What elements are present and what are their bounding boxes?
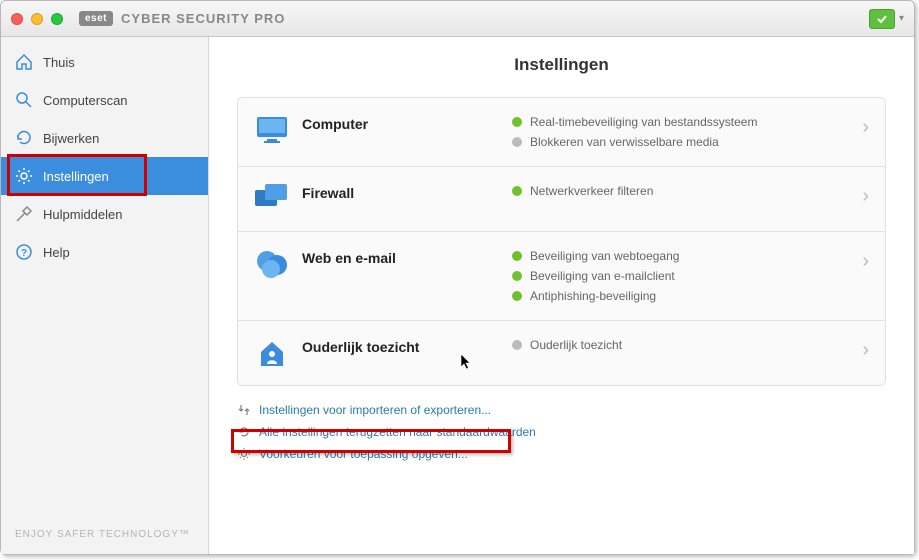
window-controls [11,13,63,25]
detail-row: Ouderlijk toezicht [512,335,852,355]
svg-text:?: ? [21,248,27,259]
status-dot-green [512,251,522,261]
magnify-icon [15,91,33,109]
card-title: Web en e-mail [302,246,512,266]
sidebar-item-scan[interactable]: Computerscan [1,81,208,119]
detail-row: Beveiliging van webtoegang [512,246,852,266]
sidebar-item-label: Hulpmiddelen [43,207,123,222]
minimize-window-button[interactable] [31,13,43,25]
sidebar-item-tools[interactable]: Hulpmiddelen [1,195,208,233]
sidebar-item-home[interactable]: Thuis [1,43,208,81]
link-import-export[interactable]: Instellingen voor importeren of exporter… [237,399,886,421]
card-firewall[interactable]: Firewall Netwerkverkeer filteren › [237,166,886,232]
card-details: Netwerkverkeer filteren [512,181,852,201]
card-parental[interactable]: Ouderlijk toezicht Ouderlijk toezicht › [237,320,886,386]
sidebar-item-label: Bijwerken [43,131,99,146]
detail-row: Beveiliging van e-mailclient [512,266,852,286]
card-details: Ouderlijk toezicht [512,335,852,355]
brand-name: CYBER SECURITY PRO [121,11,285,26]
detail-row: Antiphishing-beveiliging [512,286,852,306]
app-window: eset CYBER SECURITY PRO ▾ Thuis [0,0,915,555]
import-export-icon [237,403,251,417]
status-dot-green [512,271,522,281]
sidebar-item-label: Computerscan [43,93,128,108]
page-title: Instellingen [209,37,914,97]
brand-badge: eset [79,11,113,26]
gear-small-icon [237,447,251,461]
reset-icon [237,425,251,439]
link-label: Alle instellingen terugzetten naar stand… [259,425,536,439]
check-icon [876,13,888,25]
close-window-button[interactable] [11,13,23,25]
detail-row: Real-timebeveiliging van bestandssysteem [512,112,852,132]
cursor-icon [460,353,474,371]
status-dot-grey [512,137,522,147]
sidebar-footer: ENJOY SAFER TECHNOLOGY™ [1,515,208,554]
globe-icon [254,246,290,282]
card-title: Computer [302,112,512,132]
window-body: Thuis Computerscan Bijwerken [1,37,914,554]
status-dot-green [512,186,522,196]
gear-icon [15,167,33,185]
chevron-right-icon: › [862,335,869,362]
card-details: Real-timebeveiliging van bestandssysteem… [512,112,852,152]
card-title: Firewall [302,181,512,201]
sidebar-item-settings[interactable]: Instellingen [1,157,208,195]
bottom-links: Instellingen voor importeren of exporter… [209,385,914,465]
tools-icon [15,205,33,223]
link-preferences[interactable]: Voorkeuren voor toepassing opgeven... [237,443,886,465]
parental-icon [254,335,290,371]
sidebar-item-label: Thuis [43,55,75,70]
titlebar: eset CYBER SECURITY PRO ▾ [1,1,914,37]
sidebar-item-label: Instellingen [43,169,109,184]
help-icon: ? [15,243,33,261]
link-label: Voorkeuren voor toepassing opgeven... [259,447,468,461]
link-reset-defaults[interactable]: Alle instellingen terugzetten naar stand… [237,421,886,443]
brand: eset CYBER SECURITY PRO [79,11,285,26]
settings-card-list: Computer Real-timebeveiliging van bestan… [209,97,914,385]
status-dot-green [512,291,522,301]
sidebar-item-label: Help [43,245,70,260]
detail-row: Netwerkverkeer filteren [512,181,852,201]
card-web-email[interactable]: Web en e-mail Beveiliging van webtoegang… [237,231,886,321]
sidebar: Thuis Computerscan Bijwerken [1,37,209,554]
firewall-icon [254,181,290,217]
status-dot-grey [512,340,522,350]
card-title: Ouderlijk toezicht [302,335,512,355]
detail-row: Blokkeren van verwisselbare media [512,132,852,152]
refresh-icon [15,129,33,147]
sidebar-item-help[interactable]: ? Help [1,233,208,271]
link-label: Instellingen voor importeren of exporter… [259,403,491,417]
card-details: Beveiliging van webtoegang Beveiliging v… [512,246,852,306]
chevron-right-icon: › [862,112,869,139]
monitor-icon [254,112,290,148]
protection-status-button[interactable] [869,9,895,29]
sidebar-item-update[interactable]: Bijwerken [1,119,208,157]
chevron-right-icon: › [862,181,869,208]
chevron-right-icon: › [862,246,869,273]
chevron-down-icon[interactable]: ▾ [899,13,904,24]
nav: Thuis Computerscan Bijwerken [1,37,208,271]
home-icon [15,53,33,71]
content-pane: Instellingen Computer Real-timebeveiligi… [209,37,914,554]
card-computer[interactable]: Computer Real-timebeveiliging van bestan… [237,97,886,167]
status-dot-green [512,117,522,127]
maximize-window-button[interactable] [51,13,63,25]
